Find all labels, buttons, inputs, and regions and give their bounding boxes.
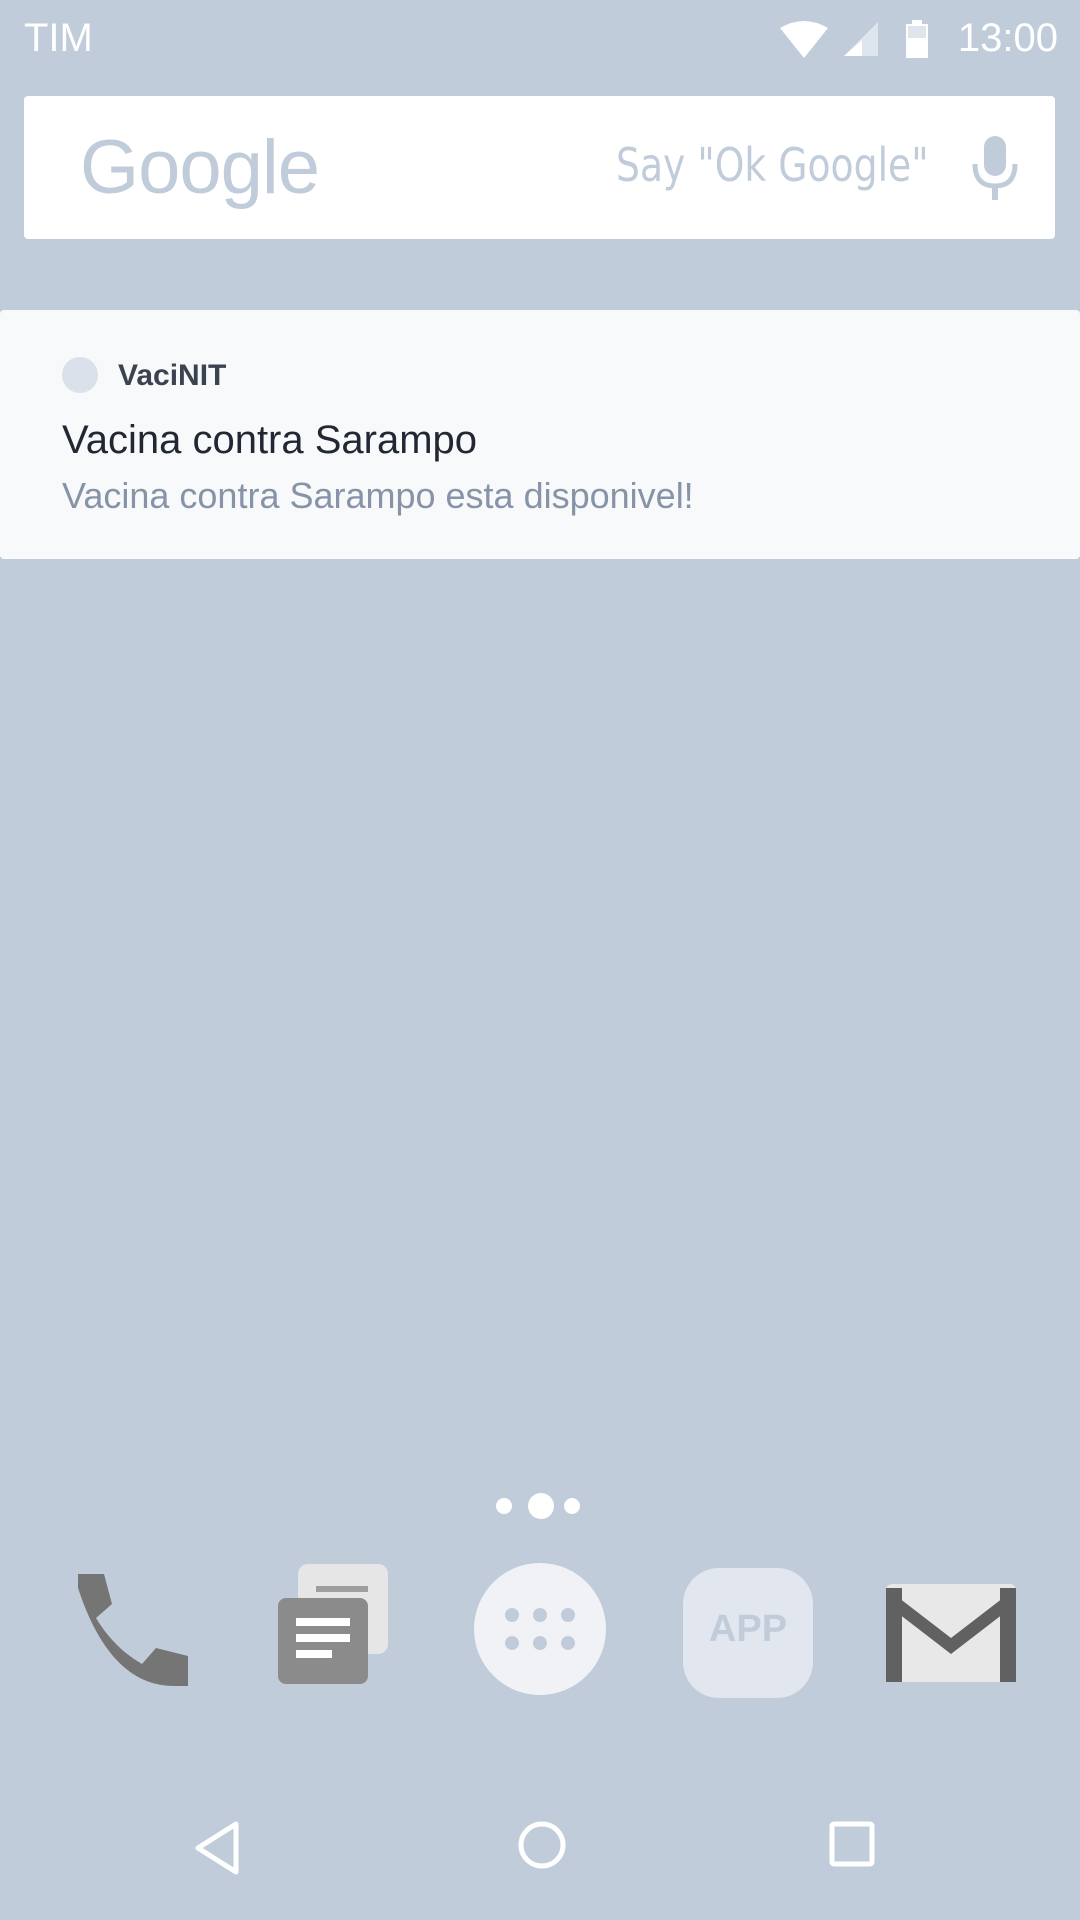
page-indicator bbox=[496, 1490, 586, 1520]
wifi-icon bbox=[780, 21, 828, 58]
carrier-name: TIM bbox=[24, 16, 93, 60]
page-dot-active bbox=[528, 1493, 554, 1519]
app-drawer-button[interactable] bbox=[474, 1563, 606, 1695]
notification-title: Vacina contra Sarampo bbox=[62, 418, 478, 462]
google-logo: Google bbox=[80, 125, 320, 210]
battery-icon bbox=[906, 20, 928, 58]
search-hint[interactable]: Say "Ok Google" bbox=[616, 138, 929, 192]
recents-icon[interactable] bbox=[828, 1820, 876, 1868]
app-placeholder-label: APP bbox=[708, 1608, 788, 1650]
notification-body: Vacina contra Sarampo esta disponivel! bbox=[62, 475, 694, 516]
back-icon[interactable] bbox=[192, 1820, 242, 1876]
google-search-widget[interactable]: Google Say "Ok Google" bbox=[24, 96, 1055, 239]
mic-icon[interactable] bbox=[969, 136, 1021, 200]
clock: 13:00 bbox=[957, 16, 1058, 60]
phone-icon[interactable] bbox=[70, 1568, 192, 1690]
page-dot bbox=[564, 1498, 580, 1514]
messages-icon[interactable] bbox=[278, 1564, 390, 1686]
signal-icon bbox=[844, 22, 878, 56]
gmail-icon[interactable] bbox=[884, 1582, 1018, 1684]
page-dot bbox=[496, 1498, 512, 1514]
status-bar: TIM 13:00 bbox=[0, 0, 1080, 82]
app-placeholder[interactable]: APP bbox=[683, 1568, 813, 1698]
app-drawer-icon bbox=[505, 1608, 575, 1650]
home-icon[interactable] bbox=[517, 1820, 567, 1870]
app-icon bbox=[62, 357, 98, 393]
notification-app-name: VaciNIT bbox=[118, 359, 227, 392]
notification-card[interactable]: VaciNIT Vacina contra Sarampo Vacina con… bbox=[0, 310, 1080, 559]
